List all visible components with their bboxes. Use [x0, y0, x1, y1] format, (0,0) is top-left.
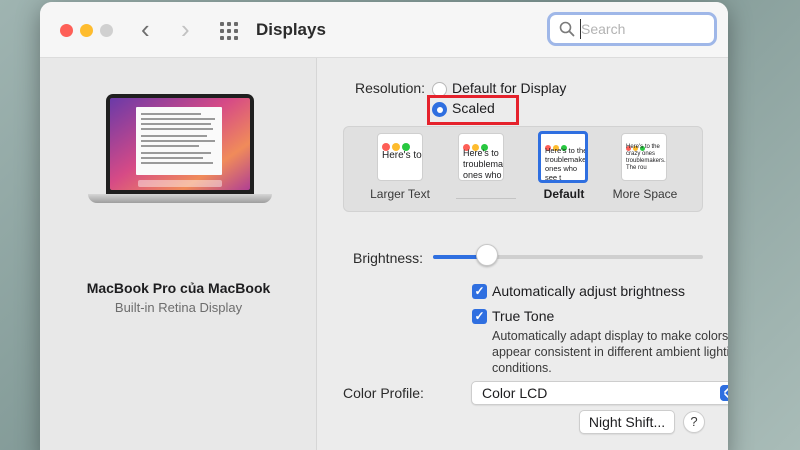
- radio-default-label[interactable]: Default for Display: [452, 80, 566, 96]
- highlight-box: [427, 95, 519, 125]
- scale-option-2[interactable]: Here's to troublemak ones who: [458, 133, 504, 181]
- scale-option-more-space[interactable]: Here's to the crazy ones troublemakers. …: [621, 133, 667, 181]
- color-profile-select[interactable]: Color LCD: [471, 381, 728, 405]
- night-shift-button[interactable]: Night Shift...: [579, 410, 675, 434]
- search-input[interactable]: [580, 19, 710, 39]
- macbook-illustration: [88, 94, 272, 206]
- titlebar: ‹ › Displays: [40, 2, 728, 58]
- true-tone-checkbox[interactable]: ✓: [472, 309, 487, 324]
- chevron-right-icon[interactable]: ›: [181, 16, 190, 42]
- true-tone-description: Automatically adapt display to make colo…: [492, 329, 728, 375]
- chevron-left-icon[interactable]: ‹: [141, 16, 150, 42]
- brightness-slider-knob[interactable]: [476, 244, 498, 266]
- color-profile-label: Color Profile:: [343, 385, 424, 401]
- resolution-label: Resolution:: [355, 80, 426, 96]
- scale-preview-text: Here's to the troublemakers. ones who se…: [545, 146, 588, 182]
- scale-preview-text: Here's to troublem: [382, 150, 422, 161]
- scale-option-default[interactable]: Here's to the troublemakers. ones who se…: [538, 131, 588, 183]
- settings-pane: Resolution: Default for Display Scaled H…: [317, 58, 728, 450]
- auto-brightness-label[interactable]: Automatically adjust brightness: [492, 283, 685, 299]
- scale-label-more-space: More Space: [612, 187, 678, 201]
- scale-divider: [456, 198, 516, 199]
- search-field[interactable]: [547, 12, 717, 46]
- device-pane: MacBook Pro của MacBook Built-in Retina …: [40, 58, 317, 450]
- true-tone-label[interactable]: True Tone: [492, 308, 554, 324]
- brightness-label: Brightness:: [353, 250, 424, 266]
- auto-brightness-checkbox[interactable]: ✓: [472, 284, 487, 299]
- scale-preview-text: Here's to troublemak ones who: [463, 148, 504, 180]
- color-profile-value: Color LCD: [482, 385, 548, 401]
- grid-icon[interactable]: [220, 22, 238, 40]
- zoom-window-button[interactable]: [100, 24, 113, 37]
- close-window-button[interactable]: [60, 24, 73, 37]
- scale-option-larger-text[interactable]: Here's to troublem: [377, 133, 423, 181]
- scale-options-panel: Here's to troublem Here's to troublemak …: [343, 126, 703, 212]
- scale-preview-text: Here's to the crazy ones troublemakers. …: [626, 144, 666, 171]
- brightness-slider-track[interactable]: [433, 255, 703, 259]
- scale-label-larger-text: Larger Text: [370, 187, 430, 201]
- search-icon: [559, 21, 575, 37]
- minimize-window-button[interactable]: [80, 24, 93, 37]
- displays-window: ‹ › Displays Search MacBook Pro của MacB…: [40, 2, 728, 450]
- scale-label-default: Default: [543, 187, 585, 201]
- device-name: MacBook Pro của MacBook: [86, 280, 271, 296]
- window-title: Displays: [256, 20, 326, 39]
- help-button[interactable]: ?: [683, 411, 705, 433]
- device-subtitle: Built-in Retina Display: [114, 300, 243, 315]
- chevron-up-down-icon: [720, 385, 728, 401]
